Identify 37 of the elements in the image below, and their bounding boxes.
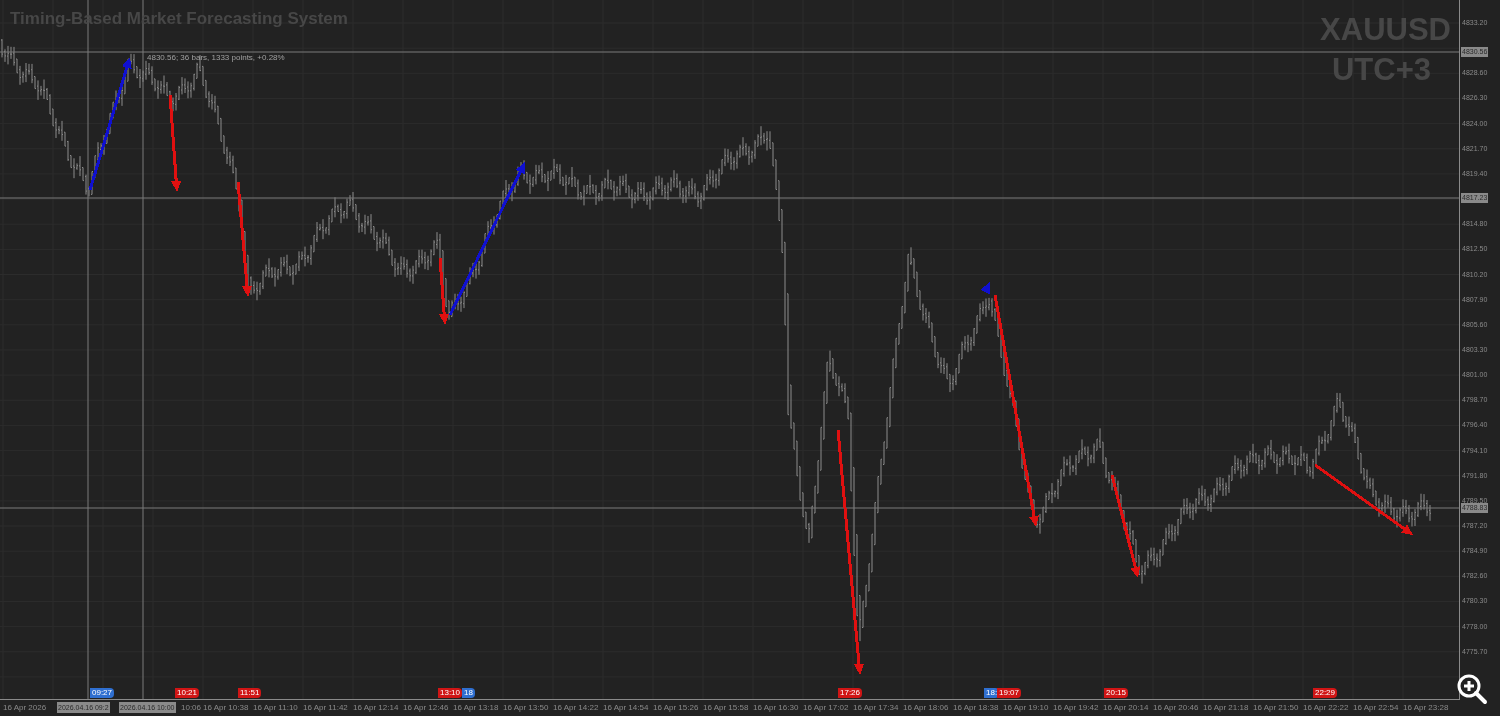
time-tick: 16 Apr 17:34 (853, 703, 899, 713)
time-tick: 16 Apr 19:10 (1003, 703, 1049, 713)
time-marker: 11:51 (238, 688, 262, 698)
time-tick: 16 Apr 18:06 (903, 703, 949, 713)
time-tick: 16 Apr 10:38 (203, 703, 249, 713)
time-marker: 18 (462, 688, 475, 698)
time-marker: 09:27 (90, 688, 115, 698)
time-tick: 16 Apr 21:50 (1253, 703, 1299, 713)
time-tick: 16 Apr 16:30 (753, 703, 799, 713)
time-tick: 10:06 (181, 703, 202, 713)
time-marker: 10:21 (175, 688, 200, 698)
time-tick: 16 Apr 14:22 (553, 703, 599, 713)
time-marker: 17:26 (838, 688, 863, 698)
time-tick: 16 Apr 15:26 (653, 703, 699, 713)
time-marker: 20:15 (1104, 688, 1129, 698)
time-tick: 16 Apr 13:50 (503, 703, 549, 713)
time-tick: 16 Apr 11:42 (303, 703, 348, 713)
time-marker: 22:29 (1313, 688, 1338, 698)
time-tick: 16 Apr 13:18 (453, 703, 499, 713)
time-tick: 16 Apr 12:46 (403, 703, 449, 713)
time-tick: 16 Apr 20:14 (1103, 703, 1149, 713)
time-tick: 16 Apr 12:14 (353, 703, 399, 713)
time-marker: 19:07 (997, 688, 1022, 698)
time-tick: 16 Apr 17:02 (803, 703, 849, 713)
time-tick: 16 Apr 14:54 (603, 703, 649, 713)
time-tick: 16 Apr 21:18 (1203, 703, 1249, 713)
time-tick: 16 Apr 22:22 (1303, 703, 1349, 713)
time-tick: 16 Apr 18:38 (953, 703, 999, 713)
time-tick: 16 Apr 19:42 (1053, 703, 1099, 713)
time-tick: 16 Apr 22:54 (1353, 703, 1399, 713)
time-tick: 16 Apr 11:10 (253, 703, 298, 713)
time-tick: 16 Apr 15:58 (703, 703, 749, 713)
time-tick: 16 Apr 20:46 (1153, 703, 1199, 713)
time-marker: 13:10 (438, 688, 463, 698)
zoom-icon[interactable] (1456, 673, 1488, 705)
time-tick: 16 Apr 2026 (3, 703, 47, 713)
time-tick: 16 Apr 23:28 (1403, 703, 1449, 713)
